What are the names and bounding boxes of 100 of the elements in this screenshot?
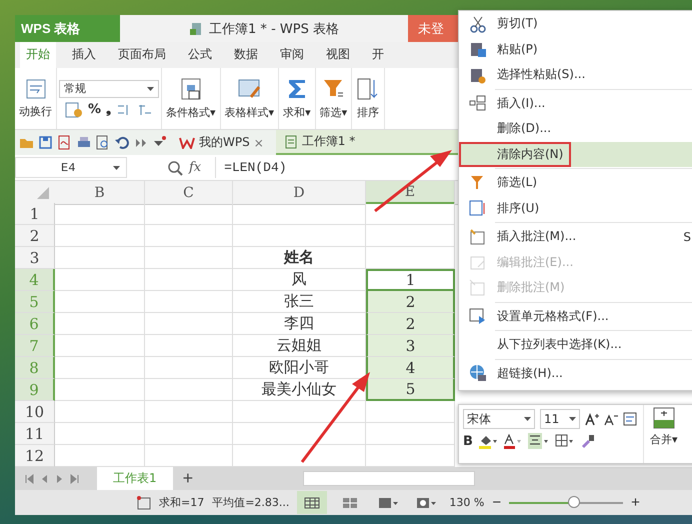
- font-color-icon[interactable]: [502, 433, 523, 449]
- name-box[interactable]: E4: [15, 157, 127, 178]
- empty-cell[interactable]: [145, 225, 233, 248]
- row-header[interactable]: 11: [15, 423, 55, 446]
- ribbon-tab[interactable]: 数据: [228, 42, 264, 68]
- zoom-in-button[interactable]: +: [631, 494, 640, 512]
- currency-format-icon[interactable]: [64, 102, 83, 118]
- row-header[interactable]: 12: [15, 445, 55, 468]
- menu-item[interactable]: 粘贴(P): [459, 36, 692, 62]
- shrink-font-icon[interactable]: [604, 412, 618, 426]
- percent-button[interactable]: %: [88, 102, 102, 118]
- conditional-format-button[interactable]: 条件格式▾: [164, 77, 218, 120]
- empty-cell[interactable]: [145, 313, 233, 336]
- ribbon-tab[interactable]: 公式: [182, 42, 218, 68]
- empty-cell[interactable]: [233, 423, 366, 446]
- menu-item[interactable]: 设置单元格格式(F)...: [459, 304, 692, 329]
- font-size-dropdown[interactable]: 11: [540, 409, 580, 429]
- sheet-icon: [137, 496, 151, 510]
- grow-font-icon[interactable]: [585, 412, 599, 426]
- ribbon-tab[interactable]: 页面布局: [112, 42, 172, 68]
- menu-item[interactable]: 从下拉列表中选择(K)...: [459, 332, 692, 358]
- menu-item[interactable]: 删除(D)...: [459, 116, 692, 142]
- undo-icon[interactable]: [114, 135, 129, 150]
- column-header[interactable]: C: [145, 181, 233, 206]
- ribbon-tab[interactable]: 视图: [320, 42, 356, 68]
- menu-item[interactable]: 剪切(T): [459, 11, 692, 36]
- menu-item[interactable]: 插入(I)...: [459, 90, 692, 116]
- empty-cell[interactable]: [145, 401, 233, 424]
- empty-cell[interactable]: [233, 401, 366, 424]
- font-dropdown[interactable]: 宋体: [463, 409, 535, 429]
- bold-button[interactable]: B: [463, 434, 473, 448]
- empty-cell[interactable]: [366, 225, 455, 248]
- format-cells-icon: [469, 307, 487, 326]
- row-header[interactable]: 3: [15, 247, 55, 270]
- wrap-text-icon: [24, 78, 46, 100]
- add-sheet-button[interactable]: +: [176, 468, 200, 490]
- menu-item[interactable]: 清除内容(N): [459, 142, 692, 167]
- empty-cell[interactable]: [366, 423, 455, 446]
- wrap-text-icon[interactable]: [623, 412, 637, 426]
- sum-button[interactable]: 求和▾: [281, 77, 313, 120]
- fill-color-icon[interactable]: [478, 433, 498, 449]
- row-header[interactable]: 10: [15, 401, 55, 424]
- row-header[interactable]: 1: [15, 203, 55, 226]
- sheet-tab[interactable]: 工作表1: [97, 467, 173, 490]
- cell-reference: E4: [61, 160, 76, 175]
- spreadsheet-icon: [284, 134, 298, 149]
- close-tab-icon[interactable]: ×: [254, 136, 264, 150]
- zoom-out-button[interactable]: −: [492, 494, 502, 512]
- first-sheet-icon[interactable]: [25, 474, 34, 484]
- empty-cell[interactable]: [233, 203, 366, 226]
- sort-button[interactable]: 排序: [354, 77, 382, 120]
- next-sheet-icon[interactable]: [55, 474, 64, 484]
- menu-item[interactable]: 超链接(H)...: [459, 360, 692, 386]
- empty-cell[interactable]: [145, 247, 233, 270]
- borders-icon[interactable]: [554, 433, 575, 449]
- empty-cell[interactable]: [145, 335, 233, 358]
- column-header[interactable]: D: [233, 181, 366, 206]
- empty-cell[interactable]: [145, 357, 233, 380]
- empty-cell[interactable]: [366, 203, 455, 226]
- align-icon[interactable]: [528, 433, 550, 449]
- insert-function-button[interactable]: fx: [189, 160, 202, 176]
- comma-style-button[interactable]: ❟: [106, 102, 112, 118]
- decrease-decimal-icon[interactable]: [137, 102, 154, 117]
- save-icon[interactable]: [38, 135, 53, 150]
- previous-sheet-icon[interactable]: [40, 474, 49, 484]
- table-style-button[interactable]: 表格样式▾: [222, 77, 276, 120]
- table-cell: 1: [366, 269, 455, 292]
- horizontal-scrollbar[interactable]: [303, 471, 475, 486]
- format-painter-icon[interactable]: [580, 433, 596, 449]
- empty-cell[interactable]: [145, 291, 233, 314]
- empty-cell[interactable]: [145, 203, 233, 226]
- wrap-text-button[interactable]: 动换行: [17, 78, 54, 120]
- column-header[interactable]: B: [55, 181, 145, 206]
- number-format-dropdown[interactable]: 常规: [59, 80, 159, 98]
- table-cell: 5: [366, 379, 455, 402]
- print-preview-icon[interactable]: [95, 135, 110, 150]
- document-tab[interactable]: 我的WPS ×: [171, 130, 272, 156]
- filter-button[interactable]: 筛选▾: [318, 77, 350, 120]
- zoom-icon[interactable]: [167, 160, 183, 176]
- caret-icon: [569, 417, 576, 421]
- menu-item[interactable]: 选择性粘贴(S)...: [459, 62, 692, 88]
- empty-cell[interactable]: [145, 269, 233, 292]
- zoom-slider-thumb[interactable]: [568, 496, 580, 508]
- merge-cells-icon: [652, 407, 675, 429]
- ribbon-tab[interactable]: 开: [366, 42, 390, 68]
- menu-item[interactable]: 插入批注(M)... S: [459, 224, 692, 250]
- menu-item[interactable]: 排序(U): [459, 196, 692, 221]
- normal-view-button[interactable]: [297, 491, 328, 514]
- ribbon-tab[interactable]: 审阅: [274, 42, 310, 68]
- empty-cell[interactable]: [145, 423, 233, 446]
- ribbon-tab[interactable]: 开始: [20, 42, 56, 68]
- pdf-icon[interactable]: [57, 135, 72, 150]
- empty-cell[interactable]: [366, 401, 455, 424]
- empty-cell[interactable]: [233, 225, 366, 248]
- ribbon-tab[interactable]: 插入: [66, 42, 102, 68]
- empty-cell[interactable]: [145, 379, 233, 402]
- row-header[interactable]: 2: [15, 225, 55, 248]
- last-sheet-icon[interactable]: [70, 474, 79, 484]
- table-cell: 姓名: [233, 247, 366, 270]
- merge-button[interactable]: 合并▾: [643, 405, 684, 463]
